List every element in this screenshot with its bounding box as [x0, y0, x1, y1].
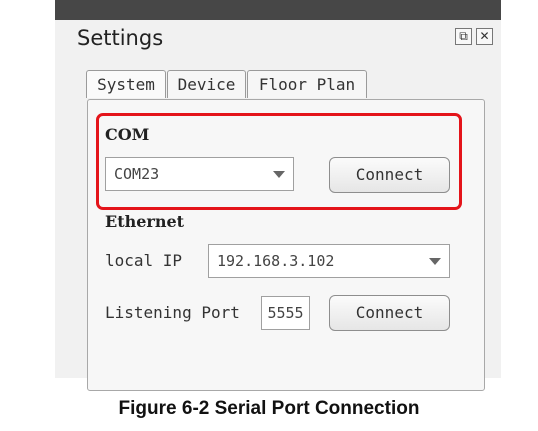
ethernet-connect-button[interactable]: Connect — [329, 295, 450, 331]
tab-floor-plan[interactable]: Floor Plan — [247, 70, 367, 98]
window-title: Settings — [77, 26, 164, 50]
title-bar — [55, 0, 501, 20]
local-ip-label: local IP — [105, 251, 183, 270]
highlight-box — [96, 113, 462, 210]
ethernet-section-label: Ethernet — [105, 212, 185, 231]
figure-caption: Figure 6-2 Serial Port Connection — [118, 398, 420, 419]
chevron-down-icon — [429, 258, 441, 265]
local-ip-value: 192.168.3.102 — [217, 252, 335, 270]
close-icon[interactable]: ✕ — [476, 28, 493, 45]
local-ip-dropdown[interactable]: 192.168.3.102 — [208, 244, 450, 278]
tab-system[interactable]: System — [86, 70, 166, 98]
tab-device[interactable]: Device — [167, 70, 246, 98]
listening-port-input[interactable]: 5555 — [261, 296, 310, 330]
restore-icon[interactable]: ⧉ — [455, 28, 472, 45]
listening-port-label: Listening Port — [105, 303, 240, 322]
